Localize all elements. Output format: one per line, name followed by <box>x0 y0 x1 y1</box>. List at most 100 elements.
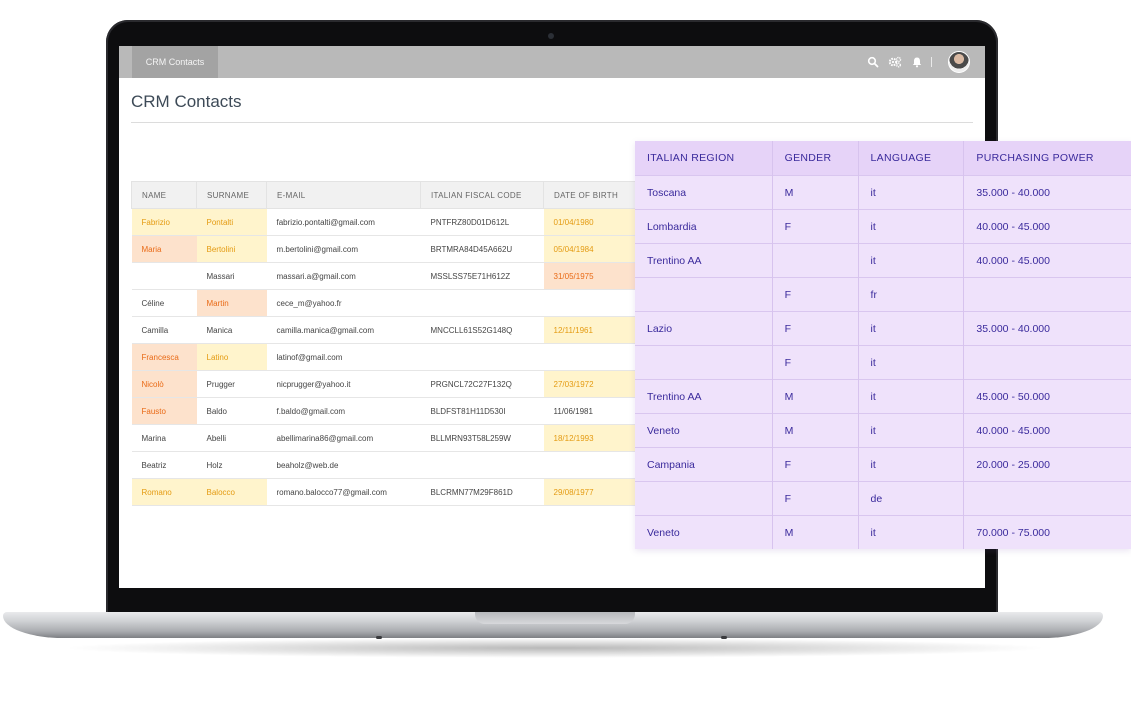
cell-fiscal-code: BLDFST81H11D530I <box>420 397 544 425</box>
cell-language: it <box>858 209 965 244</box>
cell-region: Veneto <box>635 515 773 549</box>
cell-surname: Bertolini <box>196 235 267 263</box>
cell-language: it <box>858 345 965 380</box>
settings-icon[interactable] <box>888 56 902 68</box>
cell-region: Veneto <box>635 413 773 448</box>
cell-fiscal-code: BRTMRA84D45A662U <box>420 235 544 263</box>
cell-name: Céline <box>131 289 197 317</box>
cell-region: Trentino AA <box>635 243 773 278</box>
cell-purchasing-power: 40.000 - 45.000 <box>963 413 1131 448</box>
search-icon[interactable] <box>867 56 879 68</box>
table-row[interactable]: Beatriz Holz beaholz@web.de <box>131 451 637 479</box>
enrichment-row: Lazio Fit 35.000 - 40.000 <box>635 311 1131 346</box>
cell-purchasing-power: 40.000 - 45.000 <box>963 209 1131 244</box>
column-header-italian-region: ITALIAN REGION <box>635 141 773 176</box>
cell-name: Fabrizio <box>131 208 197 236</box>
enrichment-row: Lombardia Fit 40.000 - 45.000 <box>635 209 1131 244</box>
cell-date-of-birth: 05/04/1984 <box>543 235 637 263</box>
table-row[interactable]: Nicolò Prugger nicprugger@yahoo.it PRGNC… <box>131 370 637 398</box>
cell-language: it <box>858 379 965 414</box>
enrichment-row: Toscana Mit 35.000 - 40.000 <box>635 175 1131 210</box>
cell-region <box>635 481 773 516</box>
table-header-row: NAME SURNAME E-MAIL ITALIAN FISCAL CODE … <box>131 181 637 209</box>
cell-email: camilla.manica@gmail.com <box>266 316 421 344</box>
cell-email: massari.a@gmail.com <box>266 262 421 290</box>
enrichment-row: Veneto Mit 40.000 - 45.000 <box>635 413 1131 448</box>
table-row[interactable]: Camilla Manica camilla.manica@gmail.com … <box>131 316 637 344</box>
cell-name <box>131 262 197 290</box>
cell-surname: Massari <box>196 262 267 290</box>
cell-purchasing-power: 70.000 - 75.000 <box>963 515 1131 549</box>
top-bar: CRM Contacts <box>119 46 985 78</box>
cell-purchasing-power: 20.000 - 25.000 <box>963 447 1131 482</box>
cell-date-of-birth: 27/03/1972 <box>543 370 637 398</box>
table-row[interactable]: Céline Martin cece_m@yahoo.fr <box>131 289 637 317</box>
cell-gender <box>772 243 859 278</box>
cell-language: it <box>858 175 965 210</box>
cell-purchasing-power <box>963 481 1131 516</box>
cell-date-of-birth: 29/08/1977 <box>543 478 637 506</box>
table-row[interactable]: Francesca Latino latinof@gmail.com <box>131 343 637 371</box>
cell-date-of-birth <box>543 451 637 479</box>
cell-region: Lombardia <box>635 209 773 244</box>
cell-language: fr <box>858 277 965 312</box>
enrichment-row: Trentino AA it 40.000 - 45.000 <box>635 243 1131 278</box>
column-header-date-of-birth[interactable]: DATE OF BIRTH <box>543 181 637 209</box>
cell-email: latinof@gmail.com <box>266 343 421 371</box>
cell-region: Toscana <box>635 175 773 210</box>
cell-name: Beatriz <box>131 451 197 479</box>
enrichment-row: Campania Fit 20.000 - 25.000 <box>635 447 1131 482</box>
table-row[interactable]: Fabrizio Pontalti fabrizio.pontalti@gmai… <box>131 208 637 236</box>
cell-date-of-birth <box>543 343 637 371</box>
tab-crm-contacts[interactable]: CRM Contacts <box>132 46 218 78</box>
cell-purchasing-power: 35.000 - 40.000 <box>963 311 1131 346</box>
cell-gender: F <box>772 481 859 516</box>
enrichment-row: Fit <box>635 345 1131 380</box>
cell-region: Trentino AA <box>635 379 773 414</box>
column-header-surname[interactable]: SURNAME <box>196 181 267 209</box>
column-header-name[interactable]: NAME <box>131 181 197 209</box>
cell-surname: Prugger <box>196 370 267 398</box>
avatar[interactable] <box>948 51 970 73</box>
cell-name: Romano <box>131 478 197 506</box>
table-row[interactable]: Marina Abelli abellimarina86@gmail.com B… <box>131 424 637 452</box>
cell-gender: M <box>772 413 859 448</box>
page-title: CRM Contacts <box>131 92 242 111</box>
toolbar-separator <box>931 57 932 67</box>
cell-purchasing-power: 45.000 - 50.000 <box>963 379 1131 414</box>
cell-name: Marina <box>131 424 197 452</box>
cell-email: m.bertolini@gmail.com <box>266 235 421 263</box>
table-row[interactable]: Maria Bertolini m.bertolini@gmail.com BR… <box>131 235 637 263</box>
cell-name: Francesca <box>131 343 197 371</box>
table-row[interactable]: Romano Balocco romano.balocco77@gmail.co… <box>131 478 637 506</box>
cell-gender: F <box>772 447 859 482</box>
enrichment-header-row: ITALIAN REGION GENDER LANGUAGE PURCHASIN… <box>635 141 1131 176</box>
cell-surname: Balocco <box>196 478 267 506</box>
column-header-purchasing-power: PURCHASING POWER <box>963 141 1131 176</box>
column-header-gender: GENDER <box>772 141 859 176</box>
cell-surname: Holz <box>196 451 267 479</box>
cell-region <box>635 277 773 312</box>
laptop-foot <box>721 636 727 639</box>
title-divider <box>131 122 973 123</box>
bell-icon[interactable] <box>911 56 923 68</box>
enrichment-row: Fde <box>635 481 1131 516</box>
column-header-email[interactable]: E-MAIL <box>266 181 421 209</box>
table-row[interactable]: Fausto Baldo f.baldo@gmail.com BLDFST81H… <box>131 397 637 425</box>
cell-surname: Baldo <box>196 397 267 425</box>
table-row[interactable]: Massari massari.a@gmail.com MSSLSS75E71H… <box>131 262 637 290</box>
cell-email: abellimarina86@gmail.com <box>266 424 421 452</box>
cell-date-of-birth: 11/06/1981 <box>543 397 637 425</box>
cell-purchasing-power <box>963 345 1131 380</box>
cell-email: fabrizio.pontalti@gmail.com <box>266 208 421 236</box>
column-header-fiscal-code[interactable]: ITALIAN FISCAL CODE <box>420 181 544 209</box>
cell-language: de <box>858 481 965 516</box>
cell-gender: F <box>772 311 859 346</box>
cell-fiscal-code <box>420 343 544 371</box>
cell-purchasing-power: 35.000 - 40.000 <box>963 175 1131 210</box>
camera <box>548 33 554 39</box>
enrichment-row: Ffr <box>635 277 1131 312</box>
cell-gender: M <box>772 379 859 414</box>
cell-email: f.baldo@gmail.com <box>266 397 421 425</box>
cell-surname: Latino <box>196 343 267 371</box>
